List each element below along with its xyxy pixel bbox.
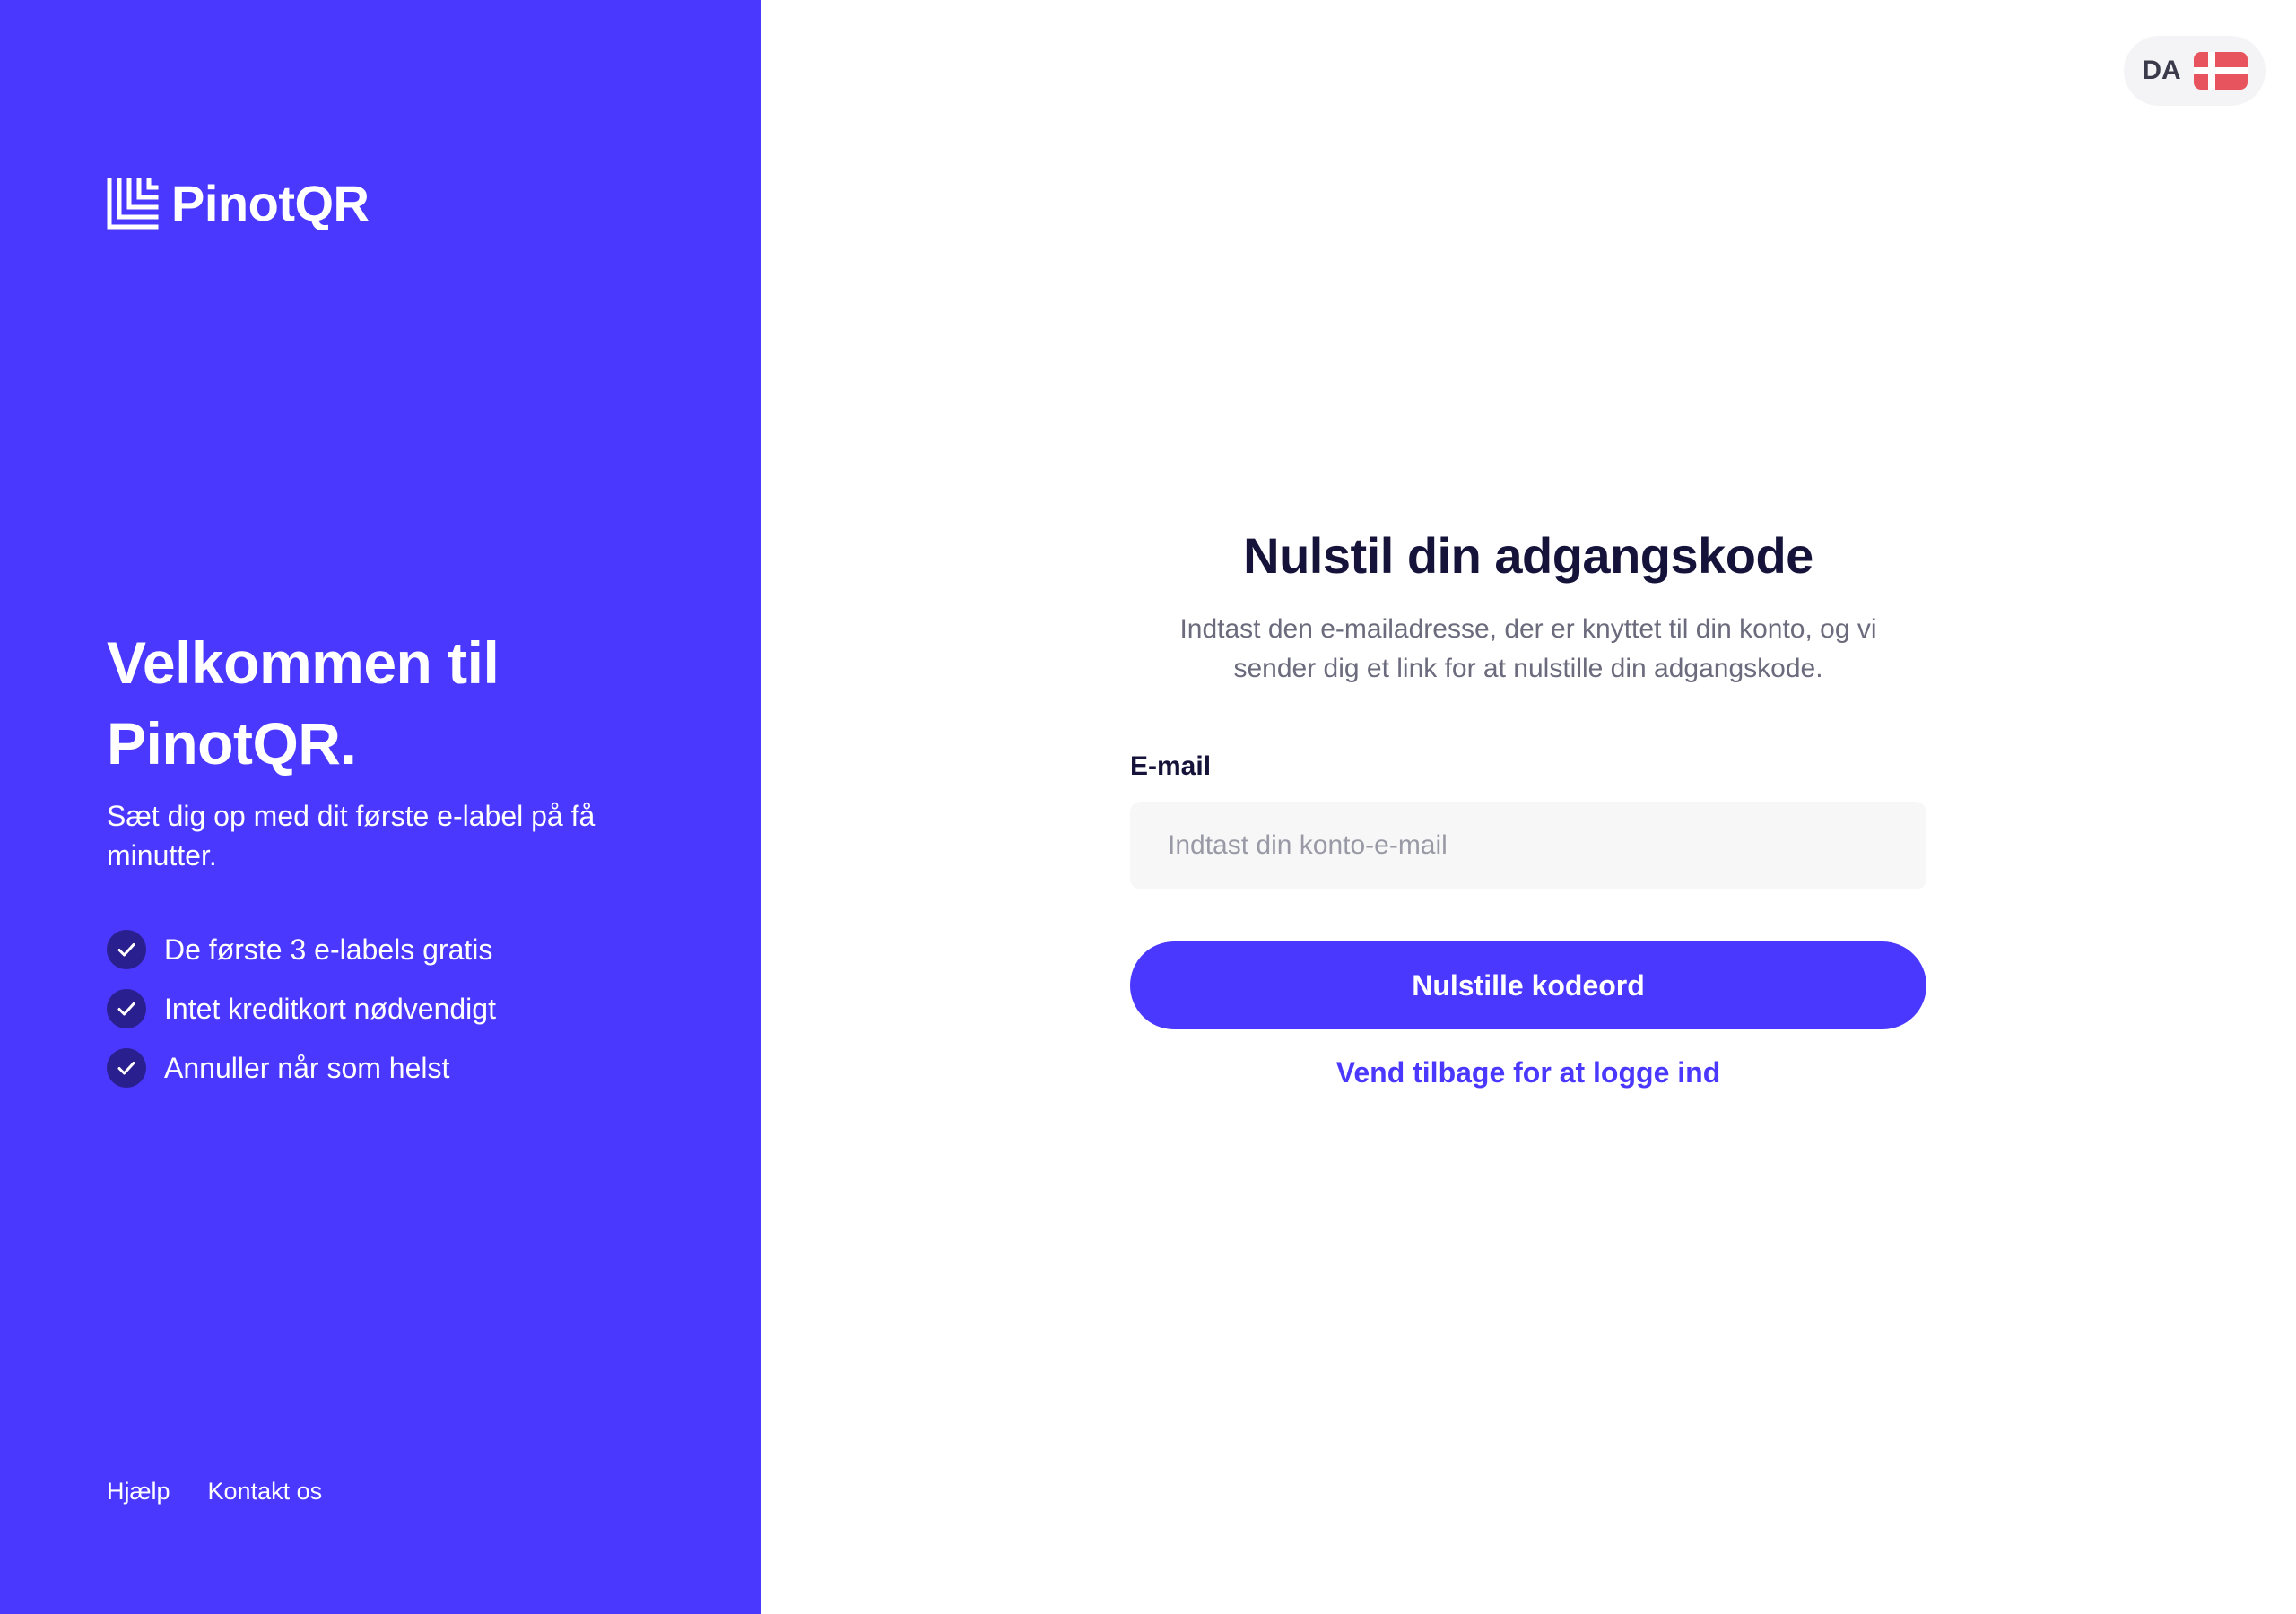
benefit-item: Intet kreditkort nødvendigt xyxy=(107,979,663,1038)
email-input[interactable] xyxy=(1130,802,1926,889)
benefit-label: Intet kreditkort nødvendigt xyxy=(164,992,496,1025)
back-to-login-link[interactable]: Vend tilbage for at logge ind xyxy=(1130,1056,1926,1089)
brand-name: PinotQR xyxy=(171,175,370,231)
check-icon xyxy=(107,1048,146,1088)
welcome-title: Velkommen til PinotQR. xyxy=(107,629,500,777)
reset-password-page: PinotQR Velkommen til PinotQR. Sæt dig o… xyxy=(0,0,2296,1614)
brand-logo[interactable]: PinotQR xyxy=(107,175,370,231)
contact-link[interactable]: Kontakt os xyxy=(208,1478,323,1506)
form-panel: DA Nulstil din adgangskode Indtast den e… xyxy=(761,0,2296,1614)
reset-password-button[interactable]: Nulstille kodeord xyxy=(1130,941,1926,1029)
benefit-label: Annuller når som helst xyxy=(164,1051,450,1084)
email-label: E-mail xyxy=(1130,751,1212,781)
form-title: Nulstil din adgangskode xyxy=(1243,527,1813,584)
welcome-subtitle: Sæt dig op med dit første e-label på få … xyxy=(107,800,596,872)
language-switcher[interactable]: DA xyxy=(2124,36,2266,106)
benefit-item: De første 3 e-labels gratis xyxy=(107,920,663,979)
brand-panel: PinotQR Velkommen til PinotQR. Sæt dig o… xyxy=(0,0,761,1614)
benefit-item: Annuller når som helst xyxy=(107,1038,663,1098)
check-icon xyxy=(107,930,146,969)
language-code: DA xyxy=(2142,56,2181,85)
denmark-flag-icon xyxy=(2193,52,2248,90)
reset-password-form: Nulstil din adgangskode Indtast den e-ma… xyxy=(1130,520,1926,1089)
footer-links: Hjælp Kontakt os xyxy=(107,1478,322,1506)
check-icon xyxy=(107,989,146,1028)
form-description: Indtast den e-mailadresse, der er knytte… xyxy=(1179,614,1877,683)
benefits-list: De første 3 e-labels gratis Intet kredit… xyxy=(107,920,663,1098)
welcome-section: Velkommen til PinotQR. Sæt dig op med di… xyxy=(107,622,663,1098)
pinotqr-logo-icon xyxy=(107,178,159,230)
benefit-label: De første 3 e-labels gratis xyxy=(164,933,493,966)
help-link[interactable]: Hjælp xyxy=(107,1478,170,1506)
